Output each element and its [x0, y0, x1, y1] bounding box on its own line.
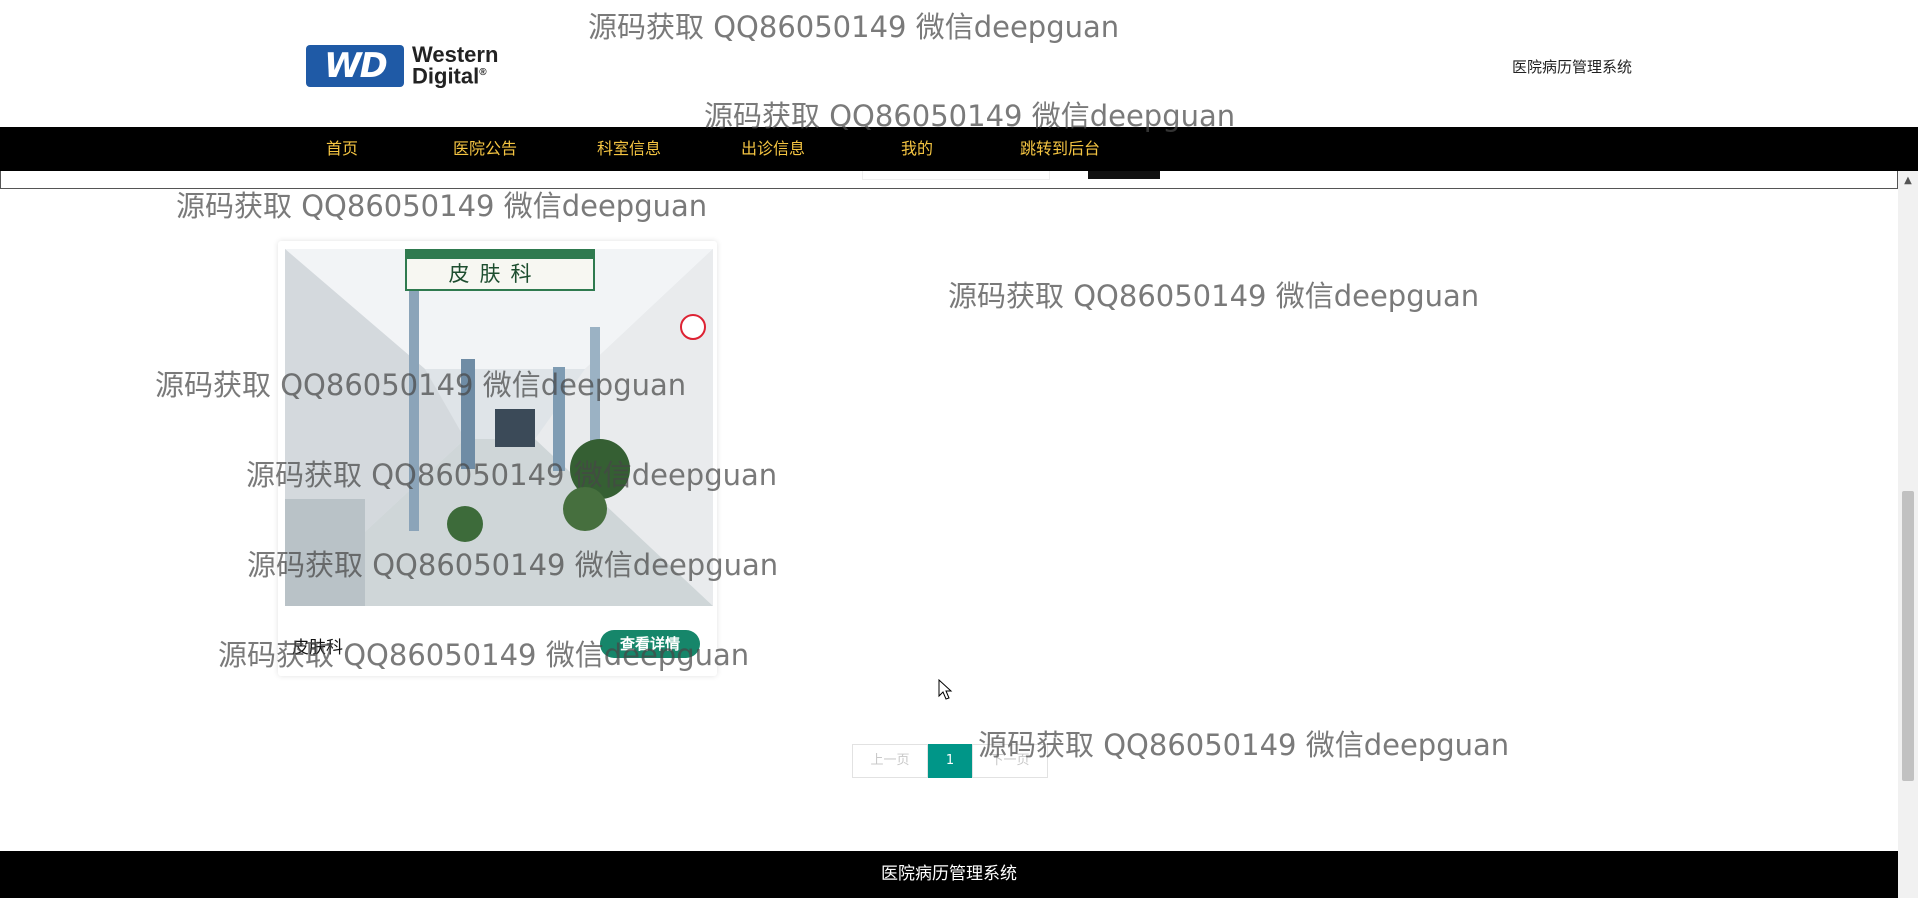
brand-logo[interactable]: WD Western Digital®	[306, 44, 521, 88]
logo-line-1: Western	[412, 42, 499, 68]
mouse-pointer-icon	[938, 679, 953, 700]
site-header: WD Western Digital® 医院病历管理系统	[0, 0, 1918, 127]
logo-line-2: Digital®	[412, 63, 487, 89]
nav-item-mine[interactable]: 我的	[901, 127, 933, 171]
department-card[interactable]: 皮肤科 皮肤科 查看详情	[278, 241, 717, 676]
watermark-text: 源码获取 QQ86050149 微信deepguan	[948, 279, 1480, 313]
photo-sign-text: 皮肤科	[449, 262, 542, 286]
nav-item-schedule[interactable]: 出诊信息	[741, 127, 805, 171]
logo-wordmark: Western Digital®	[412, 42, 499, 89]
watermark-text: 源码获取 QQ86050149 微信deepguan	[176, 189, 708, 223]
site-footer: 医院病历管理系统	[0, 851, 1898, 898]
logo-badge: WD	[306, 45, 404, 87]
site-title: 医院病历管理系统	[1512, 58, 1633, 76]
prev-page-button[interactable]: 上一页	[852, 744, 928, 778]
page-scrollbar[interactable]: ▲	[1898, 171, 1918, 898]
department-photo[interactable]: 皮肤科	[285, 249, 713, 606]
next-page-button[interactable]: 下一页	[972, 744, 1048, 778]
view-details-button[interactable]: 查看详情	[600, 630, 700, 658]
main-nav: 首页 医院公告 科室信息 出诊信息 我的 跳转到后台	[0, 127, 1918, 171]
scrollbar-thumb[interactable]	[1902, 491, 1914, 781]
nav-item-home[interactable]: 首页	[326, 127, 358, 171]
page-number-current[interactable]: 1	[928, 744, 972, 778]
pagination: 上一页 1 下一页	[852, 744, 1048, 778]
nav-item-announcements[interactable]: 医院公告	[453, 127, 517, 171]
watermark-text: 源码获取 QQ86050149 微信deepguan	[978, 728, 1510, 762]
nav-item-departments[interactable]: 科室信息	[597, 127, 661, 171]
search-button[interactable]	[1088, 171, 1160, 179]
department-name: 皮肤科	[292, 638, 343, 658]
search-input[interactable]	[862, 171, 1050, 180]
nav-item-admin[interactable]: 跳转到后台	[1020, 127, 1100, 171]
scroll-up-arrow-icon[interactable]: ▲	[1898, 175, 1918, 186]
